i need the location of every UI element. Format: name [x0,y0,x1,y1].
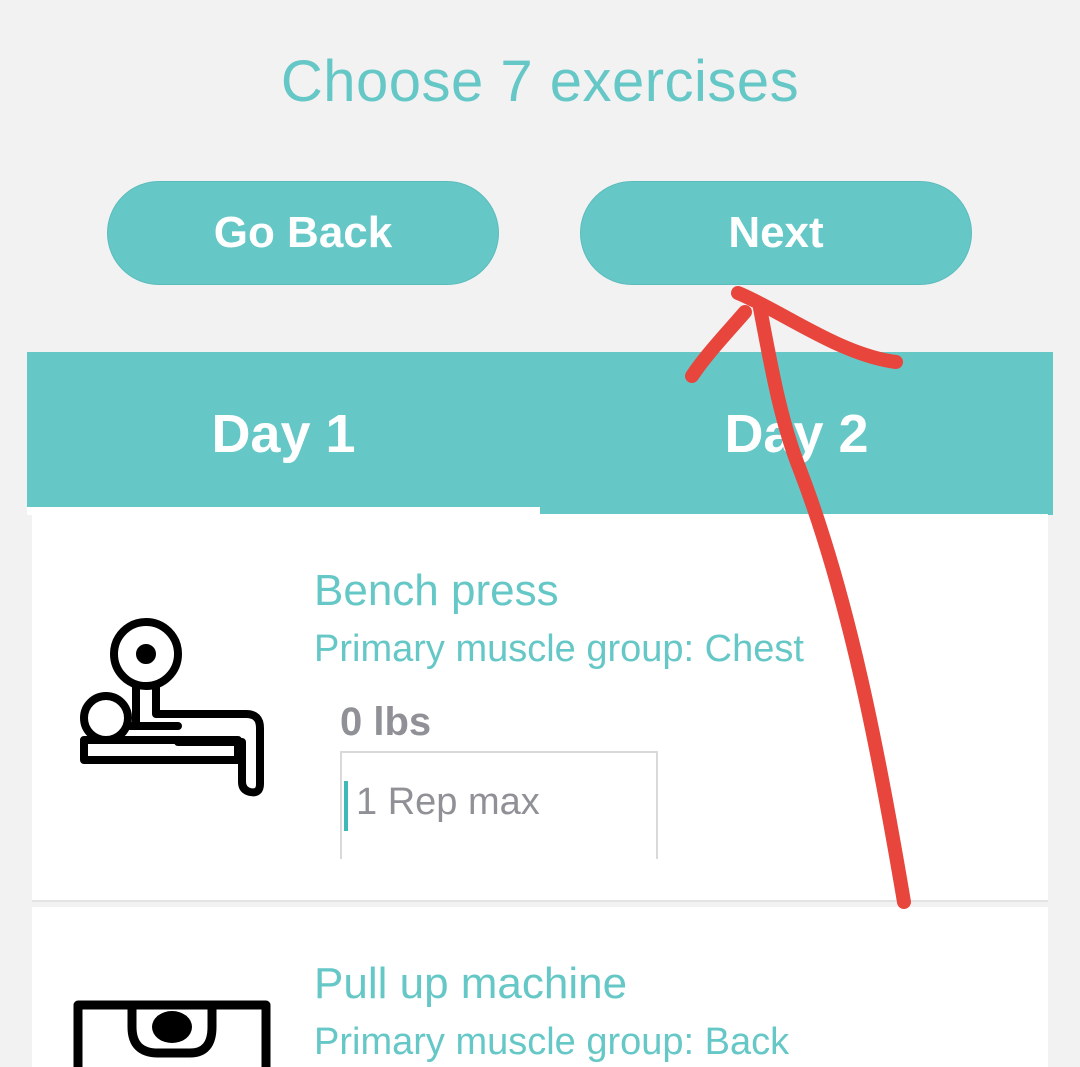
rep-max-input[interactable] [356,781,636,824]
weight-value: 0 lbs [340,700,432,744]
exercise-card[interactable]: Bench press Primary muscle group: Chest … [32,514,1048,902]
tab-day-2[interactable]: Day 2 [540,352,1053,515]
exercise-name: Pull up machine [314,959,628,1008]
pull-up-machine-icon [73,1000,271,1067]
day-tab-bar: Day 1 Day 2 [27,352,1053,515]
bench-press-icon [80,618,264,797]
exercise-name: Bench press [314,566,559,615]
tab-day-1[interactable]: Day 1 [27,352,540,515]
exercise-muscle-group: Primary muscle group: Chest [314,628,804,670]
page-title: Choose 7 exercises [280,49,800,114]
next-button[interactable]: Next [580,181,972,285]
exercise-card[interactable]: Pull up machine Primary muscle group: Ba… [32,907,1048,1067]
go-back-button[interactable]: Go Back [107,181,499,285]
text-cursor [344,781,348,831]
rep-max-field[interactable] [340,751,658,859]
exercise-muscle-group: Primary muscle group: Back [314,1021,790,1063]
